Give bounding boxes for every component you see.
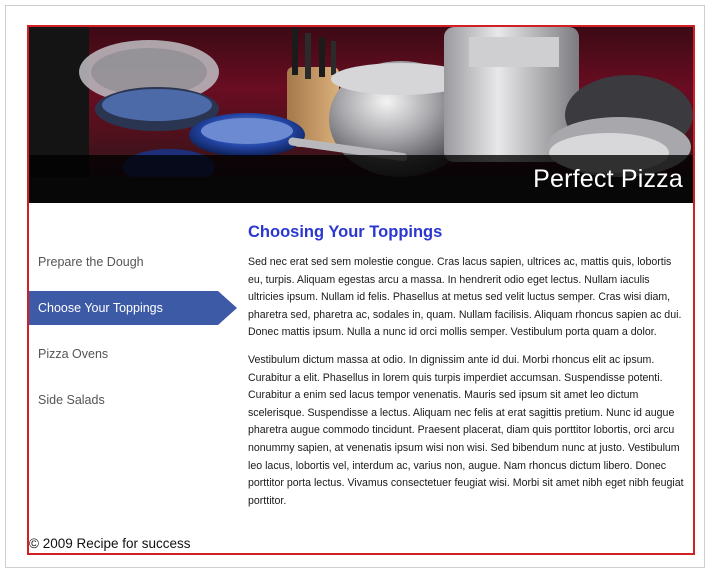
- site-title: Perfect Pizza: [533, 165, 683, 193]
- nav-item-choose-toppings[interactable]: Choose Your Toppings: [29, 291, 237, 325]
- nav-item-label: Prepare the Dough: [38, 255, 144, 269]
- sidebar-nav: Prepare the Dough Choose Your Toppings P…: [29, 245, 237, 429]
- nav-item-side-salads[interactable]: Side Salads: [29, 383, 234, 417]
- header-banner: Perfect Pizza: [29, 27, 693, 203]
- body-paragraph: Sed nec erat sed sem molestie congue. Cr…: [248, 256, 682, 339]
- body-paragraph: Vestibulum dictum massa at odio. In dign…: [248, 353, 684, 507]
- nav-item-prepare-dough[interactable]: Prepare the Dough: [29, 245, 234, 279]
- nav-item-pizza-ovens[interactable]: Pizza Ovens: [29, 337, 234, 371]
- page-heading: Choosing Your Toppings: [248, 223, 443, 241]
- site-container: Perfect Pizza Prepare the Dough Choose Y…: [27, 25, 695, 555]
- main-content: Choosing Your Toppings Sed nec erat sed …: [248, 223, 688, 520]
- nav-item-label: Choose Your Toppings: [38, 301, 163, 315]
- footer-copyright: © 2009 Recipe for success: [29, 536, 191, 551]
- nav-item-label: Side Salads: [38, 393, 105, 407]
- nav-item-label: Pizza Ovens: [38, 347, 109, 361]
